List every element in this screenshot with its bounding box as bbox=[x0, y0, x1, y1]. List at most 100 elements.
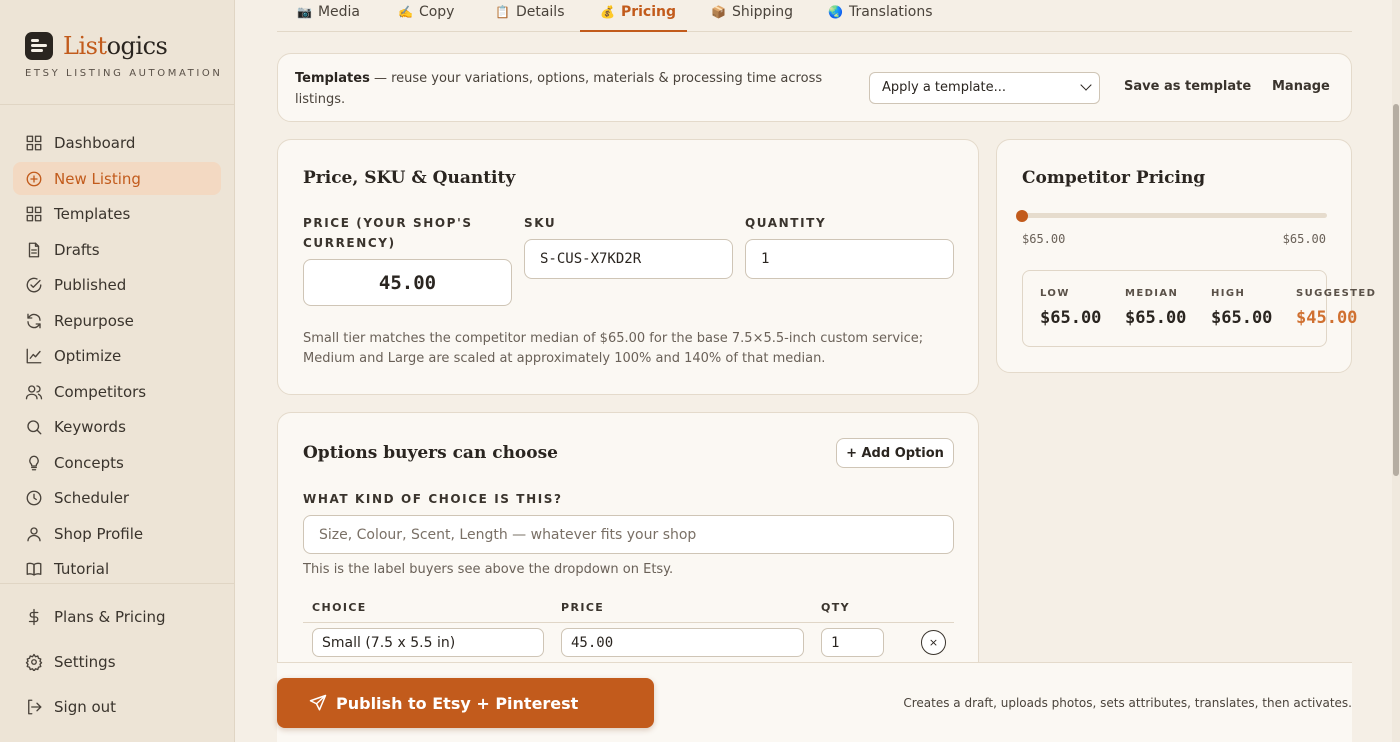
grid-icon bbox=[26, 135, 42, 150]
active-tab-indicator bbox=[580, 30, 687, 32]
refresh-icon bbox=[27, 313, 41, 328]
tab-bar: 📷 Media ✍️ Copy 📋 Details 💰 Pricing 📦 Shippin… bbox=[277, 0, 1352, 32]
pricing-help-text: Small tier matches the competitor median… bbox=[303, 331, 924, 366]
tab-copy[interactable]: ✍️ Copy bbox=[398, 4, 454, 32]
add-option-button[interactable]: + Add Option bbox=[836, 438, 954, 468]
search-icon bbox=[27, 419, 42, 434]
option-choice-input[interactable]: Small (7.5 x 5.5 in) bbox=[312, 628, 544, 657]
option-price-input[interactable]: 45.00 bbox=[561, 628, 804, 657]
stat-suggested: SUGGESTED $45.00 bbox=[1296, 288, 1377, 328]
sidebar-item-plans-pricing[interactable]: Plans & Pricing bbox=[13, 600, 221, 633]
money-bag-icon: 💰 bbox=[600, 5, 615, 19]
save-as-template-button[interactable]: Save as template bbox=[1124, 79, 1251, 94]
scrollbar-thumb[interactable] bbox=[1393, 104, 1399, 476]
sidebar-item-label: New Listing bbox=[54, 169, 141, 188]
card-title: Price, SKU & Quantity bbox=[303, 168, 516, 188]
users-icon bbox=[25, 384, 43, 399]
tab-pricing[interactable]: 💰 Pricing bbox=[600, 4, 676, 32]
sidebar-item-label: Scheduler bbox=[54, 488, 130, 507]
stat-low: LOW $65.00 bbox=[1040, 288, 1102, 328]
sidebar-item-dashboard[interactable]: Dashboard bbox=[13, 126, 221, 159]
sidebar-item-label: Tutorial bbox=[54, 559, 110, 578]
grid-icon bbox=[26, 206, 42, 221]
sidebar-item-tutorial[interactable]: Tutorial bbox=[13, 552, 221, 585]
option-qty-input[interactable]: 1 bbox=[821, 628, 884, 657]
range-min: $65.00 bbox=[1022, 232, 1066, 246]
sidebar: Listogics ETSY LISTING AUTOMATION Dashbo… bbox=[0, 0, 235, 742]
logo-icon bbox=[25, 32, 53, 60]
sku-label: SKU bbox=[524, 216, 557, 230]
sidebar-item-keywords[interactable]: Keywords bbox=[13, 410, 221, 443]
sidebar-item-label: Settings bbox=[54, 652, 116, 671]
package-icon: 📦 bbox=[711, 5, 726, 19]
lightbulb-icon bbox=[29, 455, 39, 470]
sidebar-item-label: Keywords bbox=[54, 417, 126, 436]
sidebar-item-label: Repurpose bbox=[54, 311, 134, 330]
choice-kind-help: This is the label buyers see above the d… bbox=[303, 562, 674, 577]
sidebar-item-competitors[interactable]: Competitors bbox=[13, 375, 221, 408]
table-divider bbox=[303, 622, 954, 623]
brand-title: Listogics bbox=[63, 32, 168, 60]
brand[interactable]: Listogics ETSY LISTING AUTOMATION bbox=[25, 32, 222, 79]
sidebar-item-sign-out[interactable]: Sign out bbox=[13, 690, 221, 723]
stat-high: HIGH $65.00 bbox=[1211, 288, 1273, 328]
choice-kind-input[interactable]: Size, Colour, Scent, Length — whatever f… bbox=[303, 515, 954, 554]
publish-button[interactable]: Publish to Etsy + Pinterest bbox=[277, 678, 654, 728]
clock-icon bbox=[26, 490, 42, 505]
divider bbox=[0, 104, 235, 105]
tab-details[interactable]: 📋 Details bbox=[495, 4, 565, 32]
sku-input[interactable]: S-CUS-X7KD2R bbox=[524, 239, 733, 279]
sidebar-item-templates[interactable]: Templates bbox=[13, 197, 221, 230]
sidebar-item-label: Concepts bbox=[54, 453, 124, 472]
send-icon bbox=[309, 694, 327, 711]
sidebar-item-repurpose[interactable]: Repurpose bbox=[13, 304, 221, 337]
brand-subtitle: ETSY LISTING AUTOMATION bbox=[25, 68, 223, 79]
choice-kind-label: WHAT KIND OF CHOICE IS THIS? bbox=[303, 492, 563, 506]
sidebar-item-published[interactable]: Published bbox=[13, 268, 221, 301]
sidebar-item-settings[interactable]: Settings bbox=[13, 645, 221, 678]
tab-translations[interactable]: 🌏 Translations bbox=[828, 4, 933, 32]
card-title: Competitor Pricing bbox=[1022, 168, 1206, 188]
stat-median: MEDIAN $65.00 bbox=[1125, 288, 1187, 328]
user-icon bbox=[27, 526, 41, 541]
manage-templates-button[interactable]: Manage bbox=[1272, 79, 1330, 94]
chevron-down-icon bbox=[1080, 79, 1092, 91]
quantity-label: QUANTITY bbox=[745, 216, 827, 230]
price-range-marker bbox=[1016, 210, 1028, 222]
column-header-qty: QTY bbox=[821, 601, 851, 614]
price-input[interactable]: 45.00 bbox=[303, 259, 512, 306]
gear-icon bbox=[25, 653, 43, 671]
writing-icon: ✍️ bbox=[398, 5, 413, 19]
remove-option-button[interactable]: × bbox=[921, 630, 946, 655]
quantity-input[interactable]: 1 bbox=[745, 239, 954, 279]
tab-media[interactable]: 📷 Media bbox=[297, 4, 360, 32]
sidebar-item-label: Published bbox=[54, 275, 127, 294]
templates-card: Templates — reuse your variations, optio… bbox=[277, 53, 1352, 122]
competitor-stats: LOW $65.00 MEDIAN $65.00 HIGH $65.00 SUGGES… bbox=[1022, 270, 1375, 347]
tab-shipping[interactable]: 📦 Shipping bbox=[711, 4, 793, 32]
sidebar-item-optimize[interactable]: Optimize bbox=[13, 339, 221, 372]
publish-note: Creates a draft, uploads photos, sets at… bbox=[903, 696, 1352, 710]
sidebar-item-scheduler[interactable]: Scheduler bbox=[13, 481, 221, 514]
sidebar-item-label: Sign out bbox=[54, 697, 117, 716]
column-header-choice: CHOICE bbox=[312, 601, 367, 614]
check-circle-icon bbox=[26, 277, 42, 292]
sidebar-item-shop-profile[interactable]: Shop Profile bbox=[13, 517, 221, 550]
sidebar-item-label: Drafts bbox=[54, 240, 100, 259]
divider bbox=[0, 583, 235, 584]
sign-out-icon bbox=[28, 699, 42, 714]
plus-circle-icon bbox=[26, 171, 42, 186]
sidebar-item-label: Templates bbox=[54, 204, 131, 223]
close-icon: × bbox=[928, 636, 939, 649]
sidebar-item-label: Optimize bbox=[54, 346, 122, 365]
column-header-price: PRICE bbox=[561, 601, 605, 614]
sidebar-item-drafts[interactable]: Drafts bbox=[13, 233, 221, 266]
sidebar-item-new-listing[interactable]: New Listing bbox=[13, 162, 221, 195]
clipboard-icon: 📋 bbox=[495, 5, 510, 19]
sidebar-item-label: Dashboard bbox=[54, 133, 136, 152]
book-icon bbox=[26, 562, 42, 576]
template-select[interactable]: Apply a template... bbox=[869, 72, 1100, 104]
range-max: $65.00 bbox=[1282, 232, 1326, 246]
sidebar-item-concepts[interactable]: Concepts bbox=[13, 446, 221, 479]
sidebar-item-label: Competitors bbox=[54, 382, 147, 401]
